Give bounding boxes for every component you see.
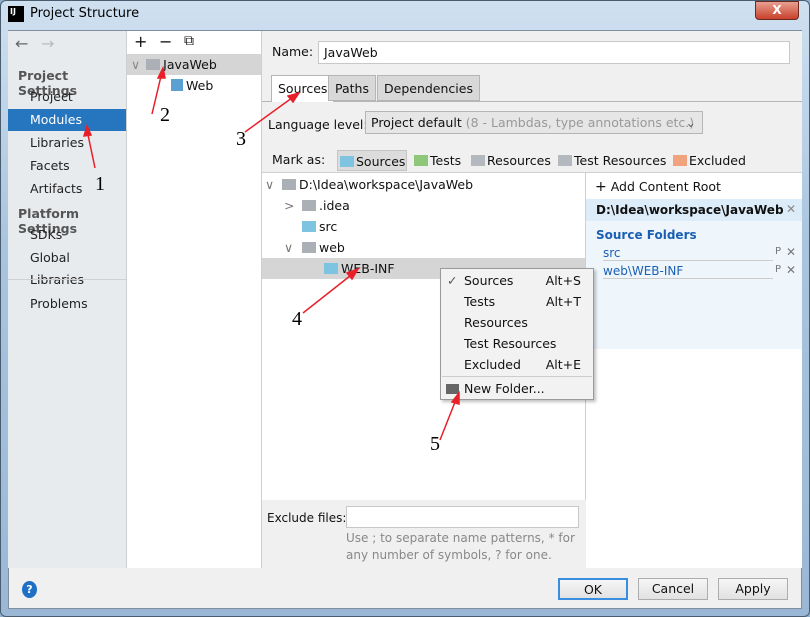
annotation-arrowhead-5	[450, 390, 460, 405]
annotation-4: 4	[292, 308, 302, 330]
annotation-arrow-4	[302, 271, 356, 314]
annotation-arrows	[82, 65, 460, 441]
annotation-5: 5	[430, 433, 440, 455]
annotation-arrowhead-1	[82, 123, 93, 137]
annotation-1: 1	[95, 173, 105, 195]
annotation-2: 2	[160, 104, 170, 126]
annotation-arrowhead-2	[156, 65, 166, 79]
annotation-3: 3	[236, 128, 246, 150]
annotation-arrow-3	[244, 94, 297, 133]
annotation-arrowhead-3	[286, 91, 301, 104]
